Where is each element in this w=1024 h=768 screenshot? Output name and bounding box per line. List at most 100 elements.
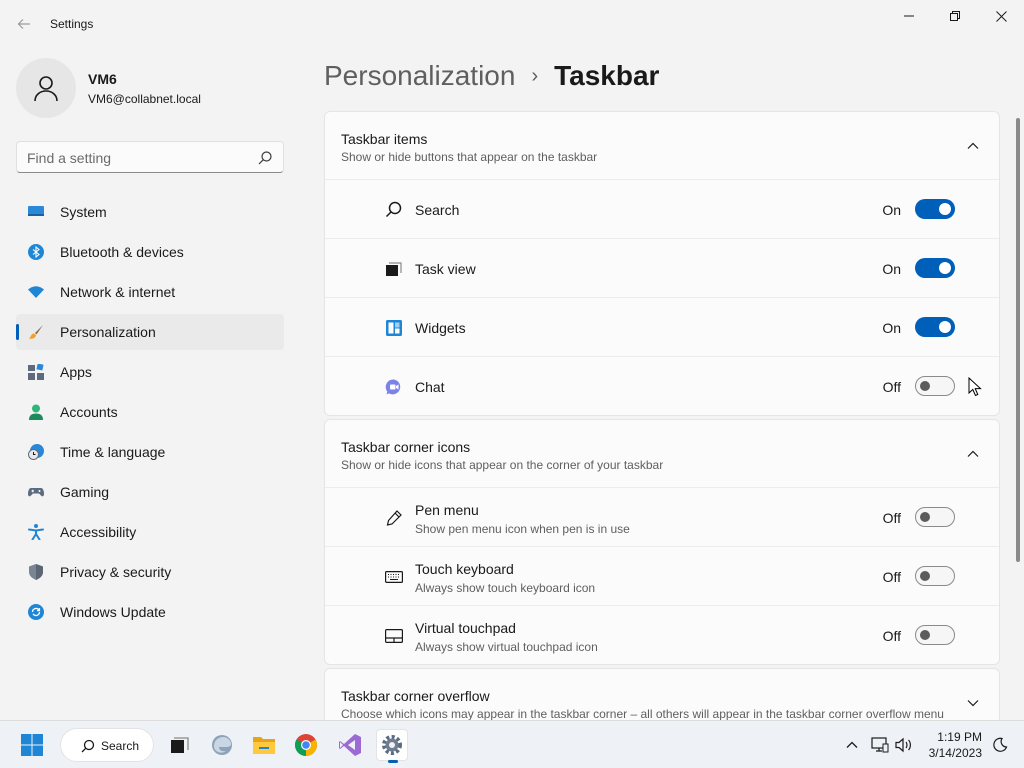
setting-sublabel: Show pen menu icon when pen is in use	[415, 522, 630, 536]
sidebar-item-label: Time & language	[60, 444, 166, 460]
setting-label: Pen menu	[415, 502, 479, 518]
minimize-button[interactable]	[886, 4, 932, 28]
sidebar-item-system[interactable]: System	[16, 194, 284, 230]
setting-row-chat: Chat Off	[325, 357, 999, 415]
sidebar-item-gaming[interactable]: Gaming	[16, 474, 284, 510]
profile-name: VM6	[88, 71, 117, 87]
person-icon	[34, 76, 58, 102]
widgets-toggle[interactable]	[915, 317, 955, 337]
clock-globe-icon	[28, 444, 44, 460]
setting-label: Task view	[415, 261, 476, 277]
sidebar-item-label: Apps	[60, 364, 92, 380]
task-view-icon	[386, 262, 402, 276]
accounts-icon	[29, 404, 43, 420]
toggle-knob	[920, 381, 930, 391]
taskbar-search[interactable]: Search	[60, 728, 154, 762]
user-profile[interactable]: VM6 VM6@collabnet.local	[16, 58, 286, 118]
breadcrumb-parent[interactable]: Personalization	[324, 60, 515, 92]
sidebar-item-accessibility[interactable]: Accessibility	[16, 514, 284, 550]
app-title: Settings	[50, 17, 94, 31]
sidebar-item-bluetooth[interactable]: Bluetooth & devices	[16, 234, 284, 270]
sidebar-item-label: Bluetooth & devices	[60, 244, 184, 260]
pen-icon	[386, 510, 402, 526]
breadcrumb-separator: ›	[531, 64, 539, 87]
section-description: Show or hide icons that appear on the co…	[341, 458, 664, 472]
touch-keyboard-toggle[interactable]	[915, 566, 955, 586]
minimize-icon	[904, 15, 914, 17]
sidebar-item-accounts[interactable]: Accounts	[16, 394, 284, 430]
tray-volume[interactable]	[888, 729, 920, 761]
setting-label: Virtual touchpad	[415, 620, 516, 636]
chat-icon	[385, 379, 401, 395]
speaker-icon	[895, 737, 911, 753]
toggle-knob	[939, 262, 951, 274]
taskbar-task-view[interactable]	[164, 729, 196, 761]
accessibility-icon	[28, 524, 44, 540]
back-arrow-icon	[17, 19, 30, 29]
taskbar-items-section: Taskbar items Show or hide buttons that …	[324, 111, 1000, 416]
breadcrumb: Personalization › Taskbar	[324, 56, 659, 96]
title-bar: Settings	[0, 0, 1024, 48]
chevron-up-icon[interactable]	[965, 446, 981, 462]
chevron-down-icon[interactable]	[965, 695, 981, 711]
toggle-state: On	[882, 202, 901, 218]
virtual-touchpad-toggle[interactable]	[915, 625, 955, 645]
update-icon	[28, 604, 44, 620]
maximize-button[interactable]	[932, 4, 978, 28]
toggle-knob	[920, 630, 930, 640]
search-icon[interactable]	[257, 150, 273, 166]
profile-email: VM6@collabnet.local	[88, 92, 201, 106]
toggle-knob	[920, 512, 930, 522]
visual-studio-icon	[339, 734, 361, 756]
setting-sublabel: Always show virtual touchpad icon	[415, 640, 598, 654]
toggle-knob	[920, 571, 930, 581]
task-view-toggle[interactable]	[915, 258, 955, 278]
sidebar-item-apps[interactable]: Apps	[16, 354, 284, 390]
chevron-up-icon[interactable]	[965, 138, 981, 154]
back-button[interactable]	[12, 12, 36, 36]
taskbar-settings[interactable]	[376, 729, 408, 763]
touchpad-icon	[385, 628, 403, 644]
restore-icon	[950, 11, 960, 21]
close-button[interactable]	[978, 4, 1024, 28]
setting-label: Widgets	[415, 320, 466, 336]
mouse-cursor-icon	[968, 377, 982, 397]
sidebar-item-label: Gaming	[60, 484, 110, 500]
corner-icons-header[interactable]: Taskbar corner icons Show or hide icons …	[325, 420, 999, 488]
sidebar-nav: System Bluetooth & devices Network & int…	[16, 194, 284, 634]
sidebar-item-windows-update[interactable]: Windows Update	[16, 594, 284, 630]
sidebar-item-time-language[interactable]: Time & language	[16, 434, 284, 470]
search-input[interactable]	[27, 148, 247, 168]
taskbar-chrome[interactable]	[290, 729, 322, 761]
sidebar-item-network[interactable]: Network & internet	[16, 274, 284, 310]
section-description: Choose which icons may appear in the tas…	[341, 707, 944, 720]
windows-taskbar: Search 1:19 PM 3/14/2023	[0, 720, 1024, 768]
sidebar-item-label: Personalization	[60, 324, 156, 340]
start-button[interactable]	[16, 729, 48, 761]
tray-time[interactable]: 1:19 PM	[924, 730, 982, 744]
tray-date[interactable]: 3/14/2023	[924, 746, 982, 760]
settings-icon	[382, 735, 402, 755]
toggle-state: Off	[882, 569, 901, 585]
taskbar-edge[interactable]	[206, 729, 238, 761]
sidebar-item-privacy-security[interactable]: Privacy & security	[16, 554, 284, 590]
setting-row-pen-menu: Pen menu Show pen menu icon when pen is …	[325, 488, 999, 547]
taskbar-items-header[interactable]: Taskbar items Show or hide buttons that …	[325, 112, 999, 180]
taskbar-file-explorer[interactable]	[248, 729, 280, 761]
taskbar-visual-studio[interactable]	[334, 729, 366, 761]
section-title: Taskbar corner icons	[341, 439, 471, 455]
chrome-icon	[295, 734, 317, 756]
toggle-state: Off	[882, 628, 901, 644]
sidebar-item-personalization[interactable]: Personalization	[16, 314, 284, 350]
search-toggle[interactable]	[915, 199, 955, 219]
scrollbar-thumb[interactable]	[1016, 118, 1020, 562]
pen-menu-toggle[interactable]	[915, 507, 955, 527]
chat-toggle[interactable]	[915, 376, 955, 396]
edge-icon	[212, 735, 232, 755]
notification-button[interactable]	[984, 729, 1016, 761]
sidebar-item-label: System	[60, 204, 107, 220]
settings-search[interactable]	[16, 141, 284, 173]
widgets-icon	[386, 320, 402, 336]
corner-overflow-header[interactable]: Taskbar corner overflow Choose which ico…	[325, 669, 999, 720]
chevron-up-icon	[846, 741, 858, 748]
